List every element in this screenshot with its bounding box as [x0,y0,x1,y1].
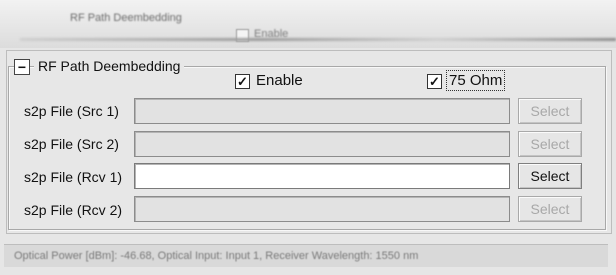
enable-label: Enable [256,72,303,89]
status-text: Optical Power [dBm]: -46.68, Optical Inp… [14,250,419,262]
src1-select-button[interactable]: Select [518,98,582,124]
src1-label: s2p File (Src 1) [24,103,119,119]
rcv2-label: s2p File (Rcv 2) [24,202,123,218]
src2-select-button[interactable]: Select [518,131,582,157]
rcv1-file-field[interactable] [134,163,510,189]
rcv2-file-field[interactable] [134,196,510,222]
src2-file-field[interactable] [134,131,510,157]
ghost-divider [20,38,616,41]
rcv1-label: s2p File (Rcv 1) [24,169,123,185]
rcv2-select-button[interactable]: Select [518,196,582,222]
ohm75-checkbox[interactable]: ✓ [427,74,442,89]
enable-checkbox[interactable]: ✓ [235,74,250,89]
rcv1-select-button[interactable]: Select [518,163,582,189]
collapse-icon[interactable]: − [14,59,30,75]
top-remnant: RF Path Deembedding Enable [0,0,616,48]
src2-label: s2p File (Src 2) [24,136,119,152]
ohm75-label: 75 Ohm [445,70,506,91]
ghost-section-title: RF Path Deembedding [70,12,182,24]
src1-file-field[interactable] [134,98,510,124]
status-bar: Optical Power [dBm]: -46.68, Optical Inp… [4,244,608,267]
group-title: RF Path Deembedding [34,58,185,74]
